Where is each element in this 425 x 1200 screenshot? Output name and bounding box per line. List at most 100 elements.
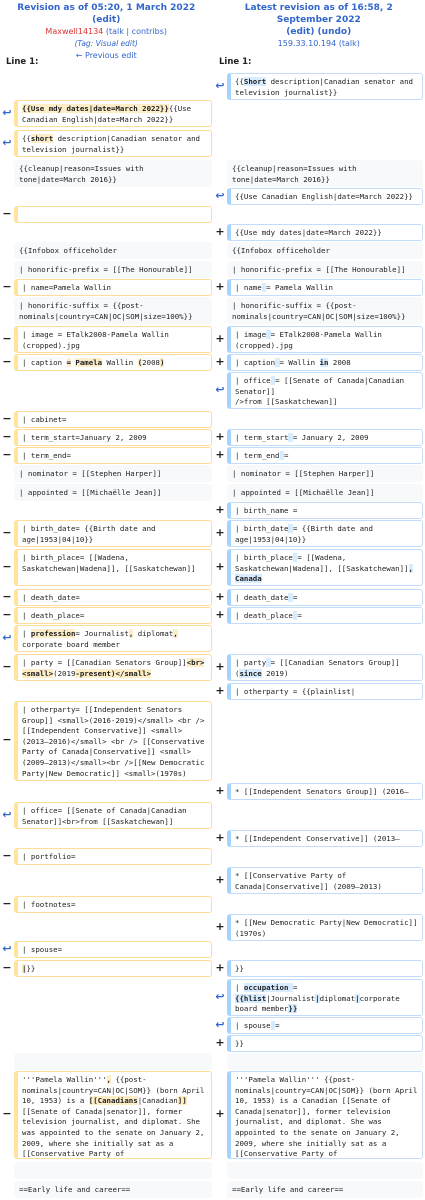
old-diff-line: | death_date= — [14, 589, 212, 606]
added-line-marker: + — [215, 872, 225, 886]
old-diff-line: {{short description|Canadian senator and… — [14, 130, 212, 157]
added-line-marker: + — [215, 919, 225, 933]
moved-paragraph-icon[interactable]: ↩ — [215, 189, 225, 202]
removed-line-marker: − — [2, 1107, 12, 1120]
old-diff-line: | portfolio= — [14, 848, 212, 865]
old-diff-line — [14, 1053, 212, 1070]
moved-paragraph-icon[interactable]: ↩ — [2, 631, 12, 644]
new-diff-line: {{Use Canadian English|date=March 2022}} — [227, 188, 423, 205]
new-revision-user[interactable]: 159.33.10.194 (talk) — [217, 38, 422, 50]
added-line-marker: + — [215, 589, 225, 603]
new-diff-line — [227, 1053, 423, 1070]
removed-line-marker: − — [2, 411, 12, 425]
moved-paragraph-icon[interactable]: ↩ — [2, 942, 12, 955]
old-diff-line: | term_end= — [14, 447, 212, 464]
removed-line-marker: − — [2, 447, 12, 461]
old-diff-line: | spouse= — [14, 941, 212, 958]
new-diff-line: | party = [[Canadian Senators Group]] (s… — [227, 654, 423, 681]
new-diff-line: | caption = Wallin in 2008 — [227, 354, 423, 371]
added-line-marker: + — [215, 429, 225, 443]
new-diff-line: * [[Independent Senators Group]] (2016–2… — [227, 783, 423, 800]
old-diff-line — [14, 206, 212, 223]
added-line-marker: + — [215, 1035, 225, 1049]
new-diff-line: | birth_place = [[Wadena, Saskatchewan|W… — [227, 549, 423, 586]
old-revision-header: Revision as of 05:20, 1 March 2022 (edit… — [0, 2, 213, 62]
added-line-marker: + — [215, 659, 225, 673]
added-line-marker: + — [215, 525, 225, 539]
removed-line-marker: − — [2, 607, 12, 621]
old-diff-line: | footnotes= — [14, 896, 212, 913]
old-diff-line: | birth_place= [[Wadena, Saskatchewan|Wa… — [14, 549, 212, 586]
removed-line-marker: − — [2, 354, 12, 368]
old-diff-line: | term_start=January 2, 2009 — [14, 429, 212, 446]
moved-paragraph-icon[interactable]: ↩ — [215, 990, 225, 1003]
added-line-marker: + — [215, 224, 225, 238]
removed-line-marker: − — [2, 848, 12, 862]
removed-line-marker: − — [2, 331, 12, 345]
added-line-marker: + — [215, 1107, 225, 1120]
new-diff-line: }} — [227, 960, 423, 977]
new-diff-line: | nominator = [[Stephen Harper]] — [227, 465, 423, 482]
new-diff-line: | otherparty = {{plainlist| — [227, 683, 423, 700]
new-diff-line: | term_end = — [227, 447, 423, 464]
removed-line-marker: − — [2, 960, 12, 974]
new-diff-line: * [[New Democratic Party|New Democratic]… — [227, 914, 423, 941]
new-diff-line: | occupation = {{hlist|Journalist|diplom… — [227, 979, 423, 1016]
removed-line-marker: − — [2, 279, 12, 293]
new-revision-title[interactable]: Latest revision as of 16:58, 2 September… — [217, 2, 422, 26]
new-diff-line: }} — [227, 1035, 423, 1052]
old-revision-tag[interactable]: (Tag: Visual edit) — [4, 38, 209, 50]
added-line-marker: + — [215, 354, 225, 368]
new-diff-line: | honorific-prefix = [[The Honourable]] — [227, 261, 423, 278]
added-line-marker: + — [215, 279, 225, 293]
removed-line-marker: − — [2, 206, 12, 220]
new-diff-line: | birth_date = {{Birth date and age|1953… — [227, 520, 423, 547]
new-line-number: Line 1: — [219, 57, 252, 67]
old-diff-line: | office= [[Senate of Canada|Canadian Se… — [14, 802, 212, 829]
new-diff-line: | death_place = — [227, 607, 423, 624]
removed-line-marker: − — [2, 525, 12, 539]
old-diff-line: | name=Pamela Wallin — [14, 279, 212, 296]
new-revision-header: Latest revision as of 16:58, 2 September… — [213, 2, 425, 62]
old-diff-line: | honorific-suffix = {{post-nominals|cou… — [14, 297, 212, 324]
removed-line-marker: − — [2, 559, 12, 573]
new-diff-line: | appointed = [[Michaëlle Jean]] — [227, 484, 423, 501]
added-line-marker: + — [215, 683, 225, 697]
old-line-number: Line 1: — [6, 57, 39, 67]
old-revision-title[interactable]: Revision as of 05:20, 1 March 2022 (edit… — [4, 2, 209, 26]
added-line-marker: + — [215, 559, 225, 573]
old-diff-line: | cabinet= — [14, 411, 212, 428]
old-diff-line: | death_place= — [14, 607, 212, 624]
moved-paragraph-icon[interactable]: ↩ — [2, 808, 12, 821]
added-line-marker: + — [215, 502, 225, 516]
old-diff-line: | profession= Journalist, diplomat, corp… — [14, 625, 212, 652]
new-diff-line: * [[Conservative Party of Canada|Conserv… — [227, 867, 423, 894]
new-diff-line: | term_start = January 2, 2009 — [227, 429, 423, 446]
new-diff-line: ==Early life and career== — [227, 1181, 423, 1198]
added-line-marker: + — [215, 331, 225, 345]
moved-paragraph-icon[interactable]: ↩ — [2, 106, 12, 119]
new-revision-actions[interactable]: (edit) (undo) — [217, 26, 422, 38]
added-line-marker: + — [215, 783, 225, 797]
old-diff-line: '''Pamela Wallin''', {{post-nominals|cou… — [14, 1071, 212, 1159]
new-diff-line: * [[Independent Conservative]] (2013–201… — [227, 830, 423, 847]
moved-paragraph-icon[interactable]: ↩ — [215, 383, 225, 396]
new-diff-line: | honorific-suffix = {{post-nominals|cou… — [227, 297, 423, 324]
old-diff-line: | honorific-prefix = [[The Honourable]] — [14, 261, 212, 278]
removed-line-marker: − — [2, 733, 12, 746]
new-diff-line: {{Short description|Canadian senator and… — [227, 73, 423, 100]
old-diff-line: | birth_date= {{Birth date and age|1953|… — [14, 520, 212, 547]
old-diff-line: {{Infobox officeholder — [14, 242, 212, 259]
diff-header: Revision as of 05:20, 1 March 2022 (edit… — [0, 0, 425, 62]
old-diff-line: | otherparty= [[Independent Senators Gro… — [14, 701, 212, 781]
new-diff-line: | death_date = — [227, 589, 423, 606]
new-diff-line: | image = ETalk2008-Pamela Wallin (cropp… — [227, 326, 423, 353]
moved-paragraph-icon[interactable]: ↩ — [2, 136, 12, 149]
moved-paragraph-icon[interactable]: ↩ — [215, 79, 225, 92]
old-diff-line: | appointed = [[Michaëlle Jean]] — [14, 484, 212, 501]
old-revision-user[interactable]: Maxwell14134 — [45, 27, 103, 36]
added-line-marker: + — [215, 960, 225, 974]
old-revision-user-links[interactable]: (talk | contribs) — [106, 27, 167, 36]
moved-paragraph-icon[interactable]: ↩ — [215, 1018, 225, 1031]
new-diff-line: {{Infobox officeholder — [227, 242, 423, 259]
